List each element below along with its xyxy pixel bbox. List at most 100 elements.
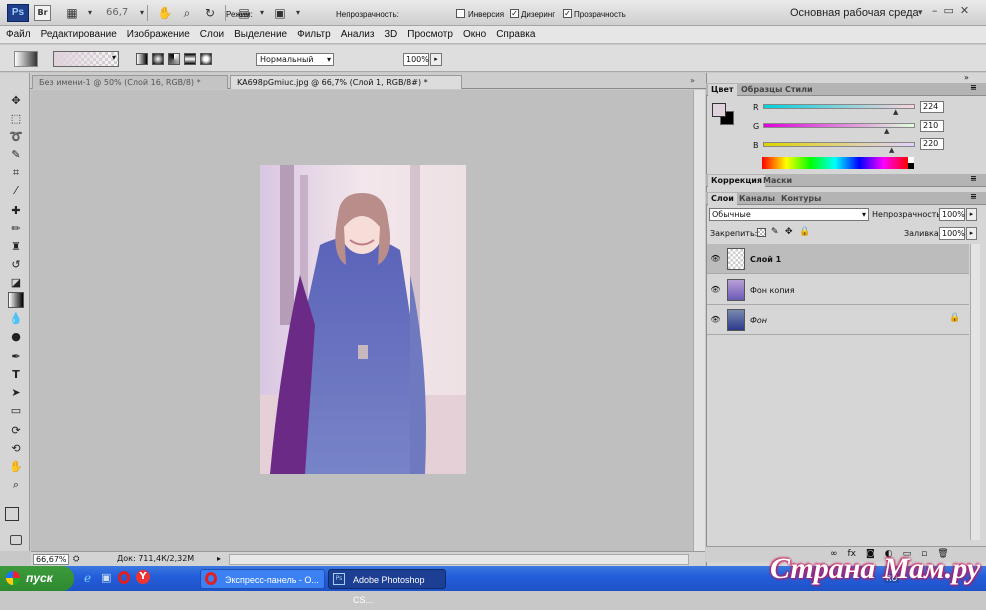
blue-value[interactable]: 220 bbox=[920, 138, 944, 150]
rectangle-tool-icon[interactable]: ▭ bbox=[8, 403, 24, 419]
fill-input[interactable]: 100% bbox=[939, 227, 965, 240]
inverse-checkbox[interactable] bbox=[456, 9, 465, 18]
taskbar-photoshop-window[interactable]: Adobe Photoshop CS... bbox=[328, 569, 446, 605]
tab-paths[interactable]: Контуры bbox=[778, 193, 824, 205]
menu-image[interactable]: Изображение bbox=[127, 29, 190, 40]
panel-menu-icon[interactable]: ≡ bbox=[970, 83, 977, 92]
tab-styles[interactable]: Стили bbox=[782, 84, 816, 96]
opacity-slider-arrow-icon[interactable]: ▸ bbox=[430, 53, 442, 66]
status-icon[interactable]: ⛭ bbox=[73, 554, 79, 564]
green-value[interactable]: 210 bbox=[920, 120, 944, 132]
marquee-tool-icon[interactable]: ⬚ bbox=[8, 111, 24, 127]
zoom-field[interactable]: 66,67% bbox=[33, 554, 69, 565]
fill-slider-arrow-icon[interactable]: ▸ bbox=[966, 227, 977, 240]
tab-swatches[interactable]: Образцы bbox=[738, 84, 785, 96]
chevron-down-icon[interactable]: ▾ bbox=[918, 8, 923, 18]
close-icon[interactable]: ✕ bbox=[960, 4, 969, 20]
dodge-tool-icon[interactable]: ● bbox=[8, 329, 24, 345]
menu-view[interactable]: Просмотр bbox=[407, 29, 453, 40]
lock-transparency-icon[interactable] bbox=[757, 228, 766, 237]
green-slider-thumb[interactable]: ▲ bbox=[884, 127, 889, 135]
horizontal-scrollbar[interactable] bbox=[229, 554, 689, 565]
move-tool-icon[interactable]: ✥ bbox=[8, 93, 24, 109]
menu-window[interactable]: Окно bbox=[463, 29, 486, 40]
diamond-gradient-icon[interactable] bbox=[200, 53, 212, 65]
eraser-tool-icon[interactable]: ◪ bbox=[8, 275, 24, 291]
layer-row[interactable]: 👁 Фон копия bbox=[707, 275, 969, 305]
document-image[interactable] bbox=[260, 165, 466, 474]
tab-ka698pgmiuc[interactable]: KA698pGmiuc.jpg @ 66,7% (Слой 1, RGB/8#)… bbox=[230, 75, 462, 89]
tab-untitled-1[interactable]: Без имени-1 @ 50% (Слой 16, RGB/8) * bbox=[32, 75, 228, 89]
hand-tool-icon[interactable]: ✋ bbox=[8, 459, 24, 475]
tabs-overflow-icon[interactable]: » bbox=[690, 76, 695, 85]
menu-file[interactable]: Файл bbox=[6, 29, 31, 40]
taskbar-opera-window[interactable]: Экспресс-панель - О... bbox=[200, 569, 325, 589]
menu-layers[interactable]: Слои bbox=[200, 29, 224, 40]
chevron-down-icon[interactable]: ▾ bbox=[132, 5, 152, 21]
pen-tool-icon[interactable]: ✒ bbox=[8, 349, 24, 365]
bridge-button[interactable]: Br bbox=[34, 5, 51, 21]
angle-gradient-icon[interactable] bbox=[168, 53, 180, 65]
status-menu-arrow-icon[interactable]: ▸ bbox=[217, 554, 221, 563]
red-value[interactable]: 224 bbox=[920, 101, 944, 113]
gradient-tool-icon[interactable] bbox=[8, 292, 24, 308]
visibility-eye-icon[interactable]: 👁 bbox=[710, 253, 721, 264]
brush-tool-icon[interactable]: ✏ bbox=[8, 221, 24, 237]
transparency-checkbox[interactable]: ✓ bbox=[563, 9, 572, 18]
eyedropper-tool-icon[interactable]: ⁄ bbox=[8, 183, 24, 199]
3d-rotate-tool-icon[interactable]: ⟳ bbox=[8, 423, 24, 439]
layer-name[interactable]: Фон копия bbox=[750, 286, 795, 295]
chevron-down-icon[interactable]: ▾ bbox=[112, 53, 116, 62]
visibility-eye-icon[interactable]: 👁 bbox=[710, 284, 721, 295]
opacity-input[interactable]: 100% bbox=[403, 53, 429, 66]
healing-brush-tool-icon[interactable]: ✚ bbox=[8, 203, 24, 219]
path-selection-tool-icon[interactable]: ➤ bbox=[8, 385, 24, 401]
3d-orbit-tool-icon[interactable]: ⟲ bbox=[8, 441, 24, 457]
tab-masks[interactable]: Маски bbox=[760, 175, 795, 187]
screen-mode-icon[interactable]: ▣ bbox=[270, 5, 290, 21]
foreground-color-swatch[interactable] bbox=[712, 103, 726, 117]
zoom-tool-icon[interactable]: ⌕ bbox=[177, 5, 197, 21]
yandex-icon[interactable]: Y bbox=[136, 570, 150, 584]
black-white-swatch[interactable] bbox=[908, 157, 914, 169]
dither-checkbox[interactable]: ✓ bbox=[510, 9, 519, 18]
menu-select[interactable]: Выделение bbox=[234, 29, 287, 40]
type-tool-icon[interactable]: T bbox=[8, 367, 24, 383]
radial-gradient-icon[interactable] bbox=[152, 53, 164, 65]
layer-row[interactable]: 👁 Фон 🔒 bbox=[707, 305, 969, 335]
menu-edit[interactable]: Редактирование bbox=[41, 29, 117, 40]
panel-menu-icon[interactable]: ≡ bbox=[970, 174, 977, 183]
lasso-tool-icon[interactable]: ➰ bbox=[8, 129, 24, 145]
internet-explorer-icon[interactable]: ℯ bbox=[84, 571, 91, 585]
menu-analysis[interactable]: Анализ bbox=[341, 29, 375, 40]
rotate-view-icon[interactable]: ↻ bbox=[200, 5, 220, 21]
vertical-scrollbar[interactable] bbox=[693, 90, 705, 551]
history-brush-tool-icon[interactable]: ↺ bbox=[8, 257, 24, 273]
menu-filter[interactable]: Фильтр bbox=[297, 29, 331, 40]
opera-icon[interactable] bbox=[118, 571, 130, 584]
tab-layers[interactable]: Слои bbox=[708, 193, 737, 205]
hand-tool-icon[interactable]: ✋ bbox=[155, 5, 175, 21]
lock-pixels-icon[interactable]: ✎ bbox=[771, 227, 779, 237]
blur-tool-icon[interactable]: 💧 bbox=[8, 311, 24, 327]
layer-opacity-input[interactable]: 100% bbox=[939, 208, 965, 221]
clone-stamp-tool-icon[interactable]: ♜ bbox=[8, 239, 24, 255]
layer-row[interactable]: 👁 Слой 1 bbox=[707, 244, 969, 274]
crop-tool-icon[interactable]: ⌗ bbox=[8, 165, 24, 181]
layers-scrollbar[interactable] bbox=[970, 244, 980, 540]
menu-3d[interactable]: 3D bbox=[384, 29, 397, 40]
visibility-eye-icon[interactable]: 👁 bbox=[710, 314, 721, 325]
zoom-tool-icon[interactable]: ⌕ bbox=[8, 477, 24, 493]
minimize-icon[interactable]: – bbox=[932, 4, 938, 20]
red-slider-thumb[interactable]: ▲ bbox=[893, 108, 898, 116]
lock-all-icon[interactable]: 🔒 bbox=[799, 227, 810, 237]
blend-mode-select[interactable]: Нормальный ▾ bbox=[256, 53, 334, 66]
workspace-switcher[interactable]: Основная рабочая среда bbox=[790, 7, 919, 19]
gradient-picker[interactable] bbox=[53, 51, 119, 67]
layer-blend-mode-select[interactable]: Обычные ▾ bbox=[709, 208, 869, 221]
linear-gradient-icon[interactable] bbox=[136, 53, 148, 65]
menu-help[interactable]: Справка bbox=[496, 29, 535, 40]
reflected-gradient-icon[interactable] bbox=[184, 53, 196, 65]
blue-slider-thumb[interactable]: ▲ bbox=[889, 146, 894, 154]
lock-position-icon[interactable]: ✥ bbox=[785, 227, 793, 237]
